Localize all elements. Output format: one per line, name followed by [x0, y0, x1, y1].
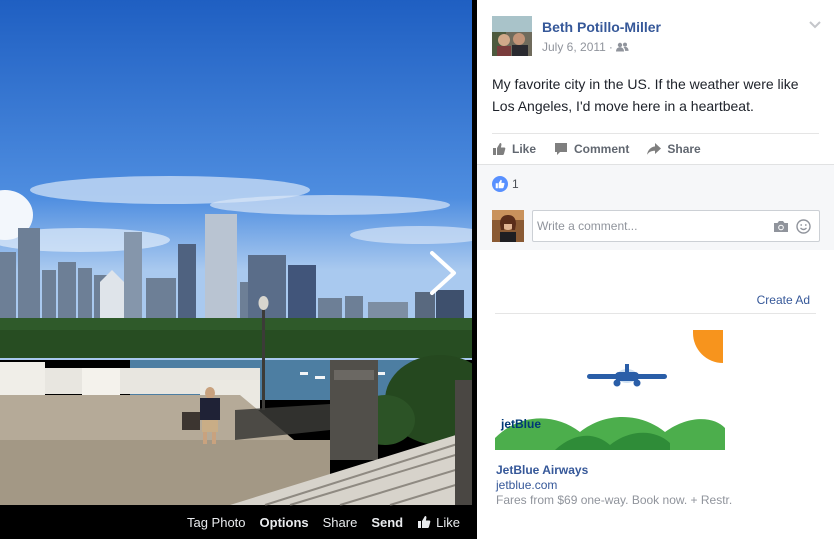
comment-input[interactable]	[533, 211, 763, 241]
camera-icon[interactable]	[773, 220, 789, 233]
post-header: Beth Potillo-Miller July 6, 2011 ·	[492, 16, 822, 56]
next-photo-arrow-icon[interactable]	[426, 250, 460, 296]
ad-description: Fares from $69 one-way. Book now. + Rest…	[496, 493, 733, 507]
comment-label: Comment	[574, 142, 630, 156]
share-label: Share	[667, 142, 701, 156]
like-button[interactable]: Like	[492, 142, 536, 156]
author-avatar[interactable]	[492, 16, 532, 56]
send-button[interactable]: Send	[371, 515, 403, 530]
like-label: Like	[512, 142, 537, 156]
options-button[interactable]: Options	[260, 515, 309, 530]
post-date[interactable]: July 6, 2011	[542, 40, 606, 54]
share-button[interactable]: Share	[647, 142, 701, 156]
chevron-down-icon[interactable]	[808, 20, 822, 30]
jetblue-ad-image[interactable]: jetBlue	[495, 328, 725, 450]
feedback-section: 1	[477, 164, 834, 250]
post-meta: July 6, 2011 ·	[542, 40, 629, 54]
friends-icon[interactable]	[615, 42, 629, 52]
chicago-skyline-photo	[0, 0, 472, 506]
photo-like-button[interactable]: Like	[417, 515, 460, 530]
ad-title-link[interactable]: JetBlue Airways	[496, 463, 588, 477]
ad-divider	[495, 313, 816, 314]
author-name-link[interactable]: Beth Potillo-Miller	[542, 19, 661, 35]
post-divider	[492, 133, 819, 134]
thumbs-up-icon	[493, 143, 506, 155]
reaction-count: 1	[512, 177, 519, 191]
comment-button[interactable]: Comment	[554, 142, 629, 156]
post-text: My favorite city in the US. If the weath…	[492, 76, 799, 114]
comment-composer	[532, 210, 820, 242]
post-panel: Beth Potillo-Miller July 6, 2011 · My fa…	[477, 0, 834, 539]
post-action-bar: Like Comment Share	[492, 140, 719, 158]
photo-like-label: Like	[436, 514, 460, 530]
tag-photo-button[interactable]: Tag Photo	[187, 515, 246, 530]
meta-separator: ·	[608, 40, 613, 54]
photo-share-button[interactable]: Share	[323, 515, 358, 530]
thumbs-up-icon	[418, 516, 431, 528]
jetblue-logo: jetBlue	[500, 417, 541, 431]
reaction-summary[interactable]: 1	[492, 176, 519, 192]
photo-viewer: Tag Photo Options Share Send Like	[0, 0, 472, 539]
like-reaction-icon	[492, 176, 508, 192]
viewer-avatar[interactable]	[492, 210, 524, 242]
ad-url-link[interactable]: jetblue.com	[496, 478, 557, 492]
comment-icon	[555, 143, 568, 155]
create-ad-link[interactable]: Create Ad	[757, 293, 810, 307]
share-icon	[647, 143, 662, 155]
photo-action-bar: Tag Photo Options Share Send Like	[0, 505, 472, 539]
emoji-icon[interactable]	[796, 219, 811, 234]
